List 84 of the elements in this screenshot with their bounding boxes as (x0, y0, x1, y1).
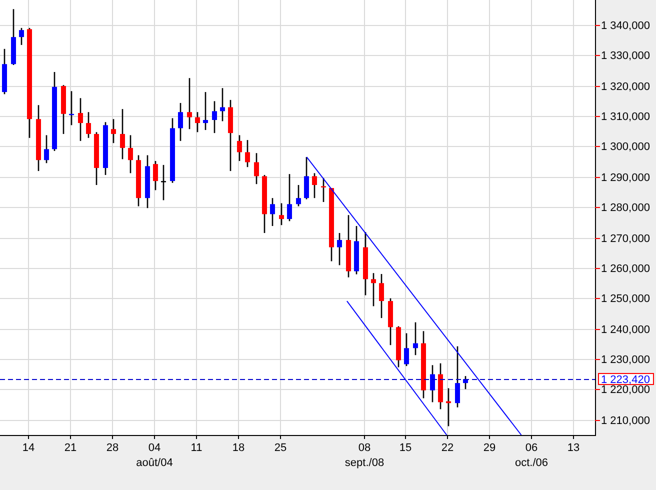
axis-label: 06 (525, 442, 538, 454)
axis-label: 11 (190, 442, 202, 454)
candlestick (228, 100, 233, 172)
candlestick (161, 164, 166, 200)
axis-label: 1 320,000 (601, 81, 650, 93)
candlestick (463, 376, 468, 390)
candlestick (61, 85, 66, 134)
candlestick (111, 119, 116, 144)
candlestick (279, 203, 284, 226)
axis-label: 25 (274, 442, 287, 454)
axis-label: 15 (399, 442, 412, 454)
axis-label: 21 (64, 442, 77, 454)
candlestick (153, 161, 158, 190)
candlestick (203, 92, 208, 130)
axis-label: 1 280,000 (601, 202, 650, 214)
candlestick (170, 118, 175, 183)
candlestick (421, 331, 426, 398)
axis-label: 1 310,000 (601, 111, 650, 123)
candlestick (237, 135, 242, 161)
axis-label: 28 (106, 442, 119, 454)
candlestick (413, 322, 418, 356)
candlestick (296, 185, 301, 206)
candlestick (187, 78, 192, 130)
candlestick (396, 326, 401, 368)
axis-label: 08 (358, 442, 371, 454)
axis-label: 1 300,000 (601, 141, 650, 153)
candlestick (404, 333, 409, 366)
candlestick (136, 155, 141, 206)
candlestick (346, 215, 351, 278)
candlestick (195, 112, 200, 132)
candlestick (388, 298, 393, 346)
candlestick (19, 28, 24, 45)
candlestick (438, 363, 443, 410)
axis-label: 1 330,000 (601, 50, 650, 62)
candlestick (304, 157, 309, 200)
candlestick (212, 101, 217, 134)
candlestick (446, 388, 451, 426)
candlestick (69, 91, 74, 126)
candlestick (371, 273, 376, 306)
axis-label: 18 (232, 442, 245, 454)
axis-label: 29 (483, 442, 496, 454)
candlestick (78, 98, 83, 141)
axis-label: 1 240,000 (601, 324, 650, 336)
axis-label: 1 340,000 (601, 20, 650, 32)
month-label: sept./08 (344, 457, 384, 469)
axis-label: 1 260,000 (601, 263, 650, 275)
month-label: oct./06 (514, 457, 548, 469)
candlestick (455, 346, 460, 408)
candlestick (120, 109, 125, 160)
axis-label: 1 250,000 (601, 293, 650, 305)
candlestick (36, 105, 41, 172)
candlestick (287, 174, 292, 222)
axis-label: 1 210,000 (601, 415, 650, 427)
axis-label: 1 220,000 (601, 384, 650, 396)
candlestick (103, 122, 108, 175)
axis-label: 1 230,000 (601, 354, 650, 366)
candlestick (128, 135, 133, 174)
candlestick (2, 48, 7, 94)
axis-label: 1 270,000 (601, 233, 650, 245)
candlestick (312, 173, 317, 198)
axis-label: 13 (567, 442, 580, 454)
candlestick (430, 365, 435, 402)
candlestick (178, 102, 183, 141)
candlestick (337, 233, 342, 266)
candlestick (262, 174, 267, 233)
candlestick (270, 198, 275, 226)
candlestick (145, 155, 150, 208)
candlestick (44, 135, 49, 164)
candlestick (354, 226, 359, 274)
axis-label: 22 (441, 442, 454, 454)
axis-label: 1 290,000 (601, 172, 650, 184)
axis-label: 04 (148, 442, 161, 454)
candlestick (245, 140, 250, 168)
month-label: août/04 (136, 457, 173, 469)
candlestick (379, 274, 384, 318)
candlestick (363, 232, 368, 296)
candlestick (321, 178, 326, 202)
candlestick (220, 88, 225, 122)
axis-label: 14 (22, 442, 35, 454)
candlestick (254, 153, 259, 184)
candlestick (94, 132, 99, 185)
price-label: 1 223,420 (598, 373, 654, 386)
candlestick (11, 9, 16, 65)
candlestick (86, 112, 91, 138)
